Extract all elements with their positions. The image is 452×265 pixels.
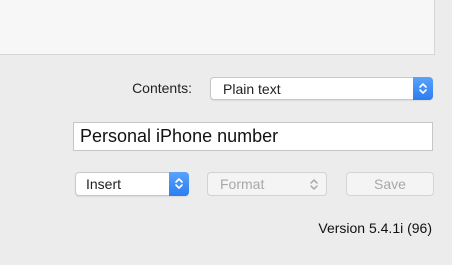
version-label: Version 5.4.1i (96) — [318, 220, 432, 236]
insert-popup[interactable]: Insert — [75, 172, 189, 196]
contents-type-popup[interactable]: Plain text — [210, 77, 433, 100]
chevron-up-down-icon — [413, 77, 433, 100]
format-value: Format — [220, 176, 265, 192]
clipping-name-field[interactable] — [73, 122, 433, 151]
contents-label: Contents: — [132, 80, 192, 96]
format-popup[interactable]: Format — [207, 172, 327, 196]
contents-type-value: Plain text — [223, 81, 281, 97]
chevron-up-down-icon — [169, 172, 189, 196]
chevron-up-down-icon — [304, 173, 324, 195]
save-button[interactable]: Save — [346, 172, 434, 196]
content-preview-panel — [0, 0, 435, 55]
insert-value: Insert — [86, 176, 122, 192]
